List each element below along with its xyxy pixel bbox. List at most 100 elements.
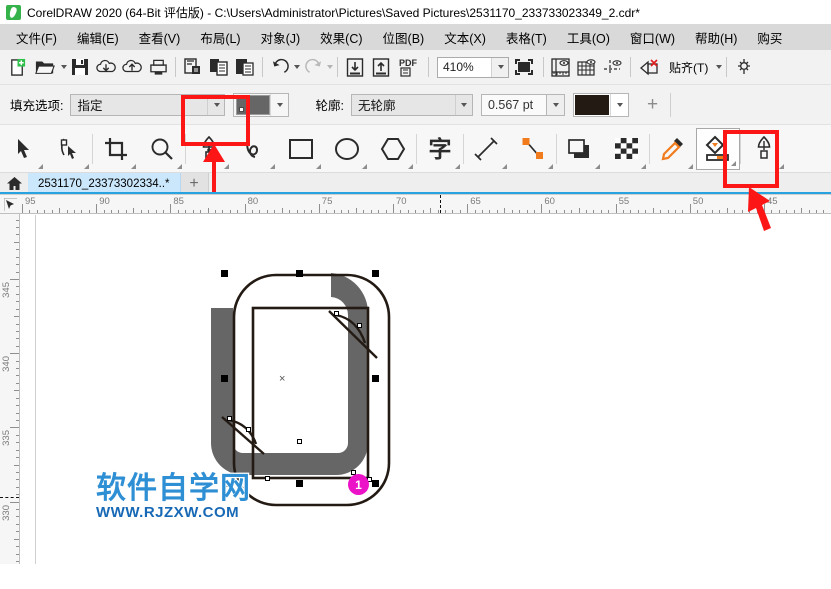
text-tool[interactable]: 字 bbox=[417, 126, 463, 172]
outline-width-dropdown[interactable] bbox=[547, 94, 565, 116]
menu-effects[interactable]: 效果(C) bbox=[310, 25, 372, 50]
flyout-arrow-icon[interactable] bbox=[548, 164, 553, 169]
ruler-minor-tick bbox=[16, 479, 19, 480]
copy-icon[interactable] bbox=[206, 54, 232, 80]
flyout-arrow-icon[interactable] bbox=[641, 164, 646, 169]
publish-pdf-icon[interactable]: PDF bbox=[394, 54, 424, 80]
flyout-arrow-icon[interactable] bbox=[408, 164, 413, 169]
cloud-upload-icon[interactable] bbox=[119, 54, 145, 80]
flyout-arrow-icon[interactable] bbox=[316, 164, 321, 169]
crop-tool[interactable] bbox=[93, 126, 139, 172]
menu-edit[interactable]: 编辑(E) bbox=[67, 25, 129, 50]
menu-window[interactable]: 窗口(W) bbox=[620, 25, 685, 50]
fill-color-swatch-button[interactable] bbox=[233, 93, 289, 117]
outline-color-swatch-button[interactable] bbox=[573, 93, 629, 117]
transparency-tool[interactable] bbox=[603, 126, 649, 172]
open-folder-icon[interactable] bbox=[30, 54, 60, 80]
fill-options-select[interactable]: 指定 bbox=[70, 94, 225, 116]
menu-tools[interactable]: 工具(O) bbox=[557, 25, 620, 50]
paste-icon[interactable] bbox=[232, 54, 258, 80]
outline-color-dropdown[interactable] bbox=[610, 94, 628, 116]
export-icon[interactable] bbox=[368, 54, 394, 80]
flyout-arrow-icon[interactable] bbox=[731, 161, 736, 166]
new-document-icon[interactable] bbox=[4, 54, 30, 80]
flyout-arrow-icon[interactable] bbox=[455, 164, 460, 169]
ruler-minor-tick bbox=[675, 210, 676, 213]
color-eyedropper-tool[interactable] bbox=[650, 126, 696, 172]
ruler-origin-icon[interactable] bbox=[0, 195, 20, 213]
redo-dropdown-caret[interactable] bbox=[327, 65, 333, 69]
cut-icon[interactable] bbox=[180, 54, 206, 80]
menu-buy[interactable]: 购买 bbox=[747, 25, 792, 50]
fill-options-dropdown[interactable] bbox=[207, 95, 224, 115]
full-screen-preview-icon[interactable] bbox=[509, 54, 539, 80]
drawing-canvas[interactable]: × 1 软件自学网 WWW.RJZXW.COM bbox=[21, 215, 831, 564]
redo-icon[interactable] bbox=[300, 54, 326, 80]
zoom-level-combo[interactable]: 410% bbox=[437, 57, 509, 78]
dimension-tool[interactable] bbox=[464, 126, 510, 172]
undo-icon[interactable] bbox=[267, 54, 293, 80]
flyout-arrow-icon[interactable] bbox=[84, 164, 89, 169]
show-grid-icon[interactable] bbox=[574, 54, 600, 80]
fill-color-dropdown[interactable] bbox=[270, 94, 288, 116]
connector-tool[interactable] bbox=[510, 126, 556, 172]
clear-transform-icon[interactable] bbox=[635, 54, 665, 80]
zoom-tool[interactable] bbox=[139, 126, 185, 172]
menu-layout[interactable]: 布局(L) bbox=[190, 25, 250, 50]
shape-tool[interactable] bbox=[46, 126, 92, 172]
outline-pen-tool[interactable] bbox=[741, 126, 787, 172]
vertical-ruler[interactable]: 345340335330 bbox=[0, 214, 20, 564]
import-icon[interactable] bbox=[342, 54, 368, 80]
add-property-button[interactable]: + bbox=[647, 94, 658, 116]
horizontal-ruler[interactable]: 9590858075706560555045 bbox=[0, 195, 831, 214]
add-document-tab-button[interactable]: + bbox=[181, 173, 209, 194]
flyout-arrow-icon[interactable] bbox=[270, 164, 275, 169]
print-icon[interactable] bbox=[145, 54, 171, 80]
snap-dropdown-caret[interactable] bbox=[716, 65, 722, 69]
fill-color-swatch[interactable] bbox=[236, 95, 270, 115]
flyout-arrow-icon[interactable] bbox=[131, 164, 136, 169]
ruler-minor-tick bbox=[608, 210, 609, 213]
flyout-arrow-icon[interactable] bbox=[779, 164, 784, 169]
pick-tool[interactable] bbox=[0, 126, 46, 172]
ruler-minor-tick bbox=[816, 210, 817, 213]
show-guides-icon[interactable] bbox=[600, 54, 626, 80]
outline-width-input[interactable]: 0.567 pt bbox=[481, 94, 547, 116]
menu-text[interactable]: 文本(X) bbox=[434, 25, 496, 50]
menu-view[interactable]: 查看(V) bbox=[129, 25, 191, 50]
outline-color-swatch[interactable] bbox=[575, 95, 609, 115]
flyout-arrow-icon[interactable] bbox=[362, 164, 367, 169]
menu-file[interactable]: 文件(F) bbox=[6, 25, 67, 50]
show-rulers-icon[interactable] bbox=[548, 54, 574, 80]
ruler-minor-tick bbox=[16, 531, 19, 532]
cloud-download-icon[interactable] bbox=[93, 54, 119, 80]
flyout-arrow-icon[interactable] bbox=[38, 164, 43, 169]
menu-bitmap[interactable]: 位图(B) bbox=[373, 25, 435, 50]
zoom-level-dropdown[interactable] bbox=[491, 58, 508, 77]
menu-help[interactable]: 帮助(H) bbox=[685, 25, 747, 50]
flyout-arrow-icon[interactable] bbox=[688, 164, 693, 169]
ruler-minor-tick bbox=[363, 210, 364, 213]
b-spline-tool[interactable] bbox=[232, 126, 278, 172]
flyout-arrow-icon[interactable] bbox=[595, 164, 600, 169]
ruler-minor-tick bbox=[200, 210, 201, 213]
home-icon[interactable] bbox=[0, 173, 28, 194]
menu-object[interactable]: 对象(J) bbox=[251, 25, 311, 50]
flyout-arrow-icon[interactable] bbox=[224, 164, 229, 169]
flyout-arrow-icon[interactable] bbox=[177, 164, 182, 169]
ruler-minor-tick bbox=[16, 546, 19, 547]
menu-table[interactable]: 表格(T) bbox=[496, 25, 557, 50]
save-icon[interactable] bbox=[67, 54, 93, 80]
options-icon[interactable] bbox=[731, 54, 757, 80]
flyout-arrow-icon[interactable] bbox=[502, 164, 507, 169]
polygon-tool[interactable] bbox=[370, 126, 416, 172]
interactive-fill-tool[interactable] bbox=[696, 128, 740, 170]
outline-style-select[interactable]: 无轮廓 bbox=[351, 94, 473, 116]
outline-style-dropdown[interactable] bbox=[455, 95, 472, 115]
snap-label[interactable]: 贴齐(T) bbox=[669, 59, 708, 76]
rectangle-tool[interactable] bbox=[278, 126, 324, 172]
ellipse-tool[interactable] bbox=[324, 126, 370, 172]
freehand-pen-tool[interactable] bbox=[186, 126, 232, 172]
drop-shadow-tool[interactable] bbox=[557, 126, 603, 172]
document-tab[interactable]: 2531170_23373302334..* bbox=[28, 173, 181, 194]
